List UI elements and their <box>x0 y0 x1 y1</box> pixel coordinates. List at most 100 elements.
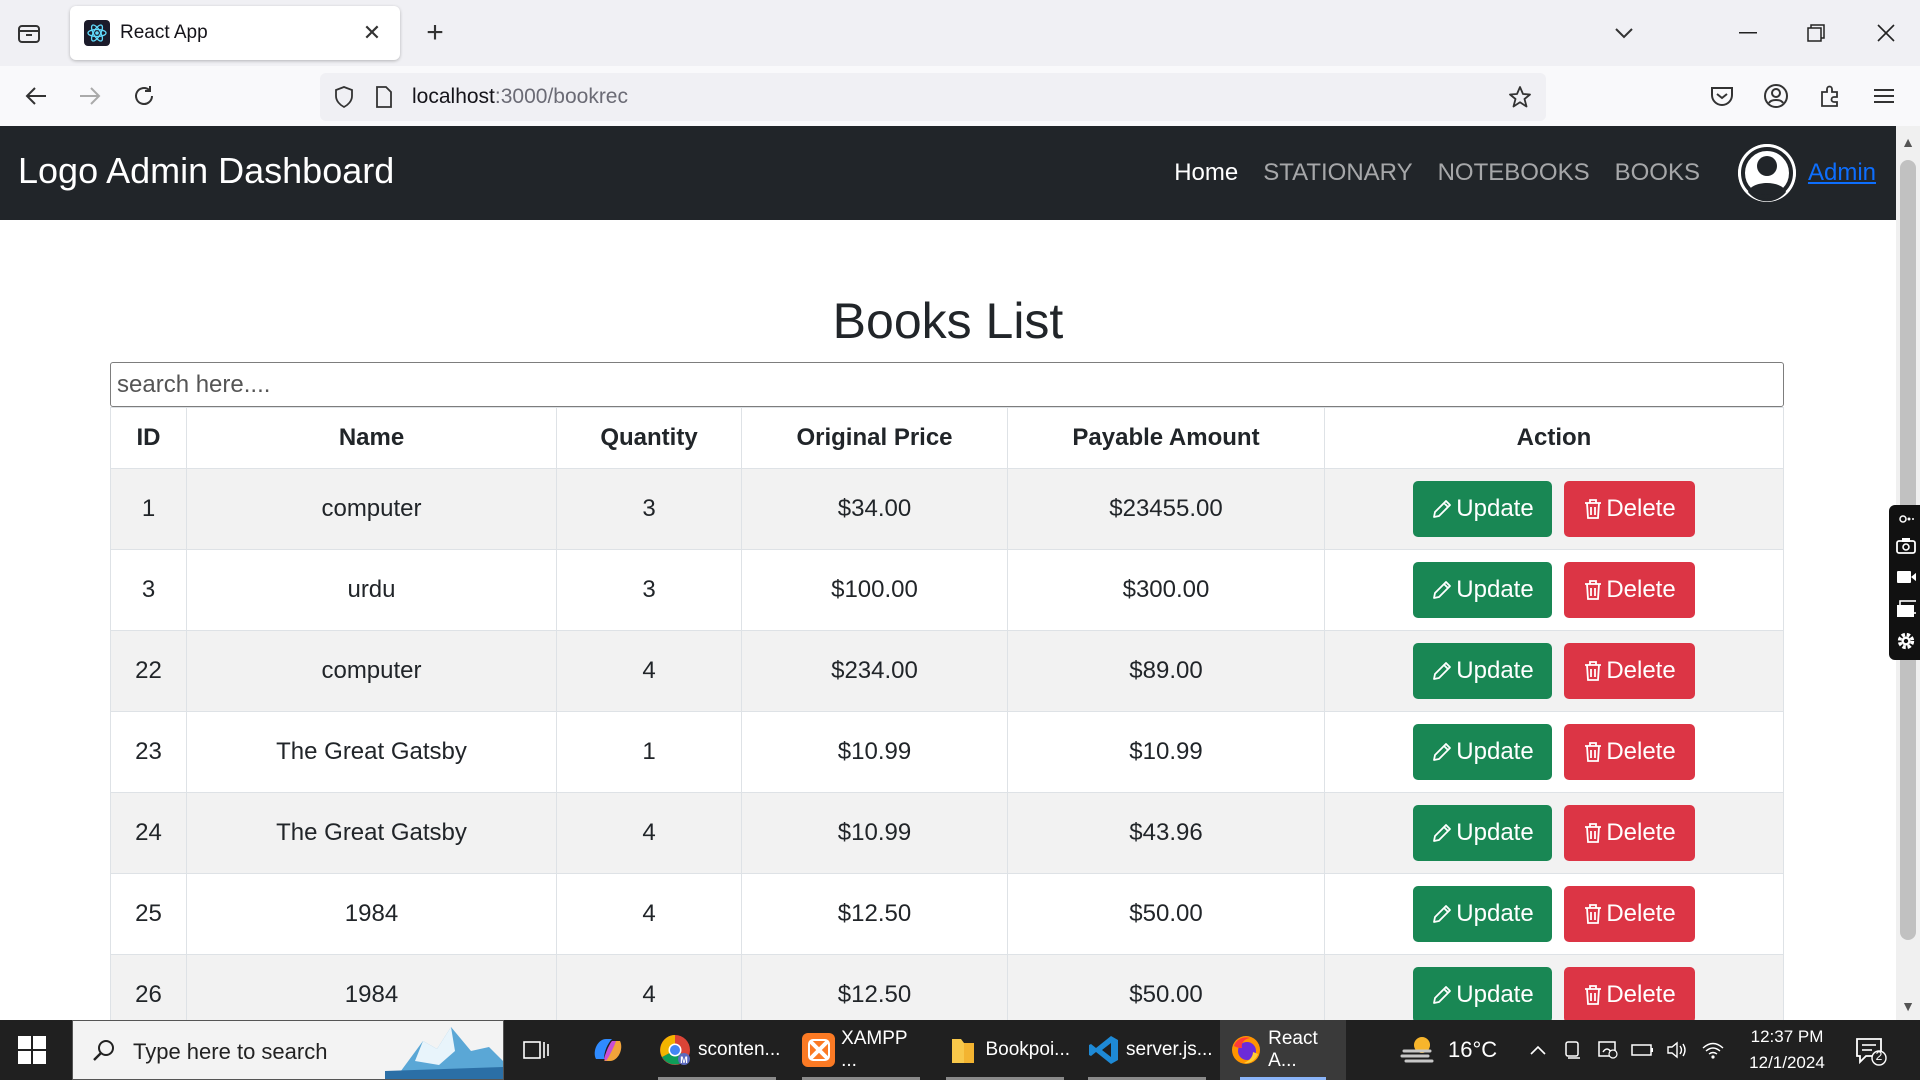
pocket-icon[interactable] <box>1706 80 1738 112</box>
delete-button[interactable]: Delete <box>1564 643 1695 699</box>
search-input[interactable] <box>110 362 1784 407</box>
cell-quantity: 1 <box>556 711 742 793</box>
taskbar-app-firefox[interactable]: React A... <box>1220 1020 1346 1080</box>
cell-name: The Great Gatsby <box>186 792 557 874</box>
vscode-icon <box>1088 1033 1120 1067</box>
delete-button[interactable]: Delete <box>1564 562 1695 618</box>
nav-link-home[interactable]: Home <box>1174 159 1238 187</box>
cell-original-price: $34.00 <box>741 468 1008 550</box>
back-arrow-icon[interactable] <box>16 78 56 114</box>
trash-icon <box>1585 742 1602 762</box>
address-bar[interactable]: localhost:3000/bookrec <box>320 73 1546 121</box>
tab-close-icon[interactable]: ✕ <box>358 19 386 47</box>
settings-gear-icon[interactable] <box>1896 631 1916 651</box>
list-all-tabs-icon[interactable] <box>1604 14 1644 52</box>
camera-icon[interactable] <box>1896 535 1916 555</box>
page-info-icon[interactable] <box>370 83 398 111</box>
nav-link-notebooks[interactable]: NOTEBOOKS <box>1438 159 1590 187</box>
table-row: 25 1984 4 $12.50 $50.00 Update Delete <box>110 873 1784 955</box>
pencil-icon <box>1433 824 1452 842</box>
notification-count-badge: 2 <box>1875 1049 1883 1063</box>
update-button[interactable]: Update <box>1413 481 1552 537</box>
column-header-payable-amount: Payable Amount <box>1007 407 1325 469</box>
forward-arrow-icon[interactable] <box>70 78 110 114</box>
tray-overflow-chevron-icon[interactable] <box>1524 1038 1552 1062</box>
cell-quantity: 4 <box>556 792 742 874</box>
cell-id: 24 <box>110 792 187 874</box>
browser-tab-strip: React App ✕ + <box>0 0 1920 66</box>
update-button[interactable]: Update <box>1413 886 1552 942</box>
trash-icon <box>1585 499 1602 519</box>
reload-icon[interactable] <box>124 78 164 114</box>
delete-button[interactable]: Delete <box>1564 886 1695 942</box>
delete-button[interactable]: Delete <box>1564 724 1695 780</box>
video-camera-icon[interactable] <box>1896 567 1916 587</box>
windows-taskbar: Type here to search M sconten... XAMPP .… <box>0 1020 1920 1080</box>
weather-widget[interactable]: 16°C <box>1400 1020 1497 1080</box>
volume-icon[interactable] <box>1664 1038 1692 1062</box>
brand-title[interactable]: Logo Admin Dashboard <box>18 150 394 192</box>
nav-link-books[interactable]: BOOKS <box>1615 159 1700 187</box>
tab-overview-icon[interactable] <box>14 20 44 46</box>
task-view-icon[interactable] <box>522 1020 560 1080</box>
new-tab-icon[interactable]: + <box>420 16 450 49</box>
nav-link-stationary[interactable]: STATIONARY <box>1263 159 1412 187</box>
weather-temperature: 16°C <box>1448 1037 1498 1062</box>
screens-icon[interactable] <box>1896 599 1916 619</box>
cell-actions: Update Delete <box>1324 549 1784 631</box>
cell-original-price: $12.50 <box>741 873 1008 955</box>
minimize-icon[interactable] <box>1728 14 1768 52</box>
delete-label: Delete <box>1606 576 1676 603</box>
copilot-icon[interactable] <box>590 1020 634 1080</box>
update-button[interactable]: Update <box>1413 805 1552 861</box>
scroll-up-arrow-icon[interactable]: ▲ <box>1896 130 1920 154</box>
pencil-icon <box>1433 581 1452 599</box>
tray-network-status-icon[interactable] <box>1594 1038 1622 1062</box>
battery-icon[interactable] <box>1629 1038 1657 1062</box>
xampp-icon <box>802 1033 836 1067</box>
taskbar-app-chrome[interactable]: M sconten... <box>652 1020 782 1080</box>
close-window-icon[interactable] <box>1866 14 1906 52</box>
update-button[interactable]: Update <box>1413 724 1552 780</box>
windows-start-icon[interactable] <box>18 1036 46 1064</box>
cell-id: 23 <box>110 711 187 793</box>
cell-name: 1984 <box>186 873 557 955</box>
notification-center-icon[interactable]: 2 <box>1854 1036 1888 1066</box>
tracking-protection-shield-icon[interactable] <box>330 83 358 111</box>
bookmark-star-icon[interactable] <box>1506 83 1534 111</box>
update-button[interactable]: Update <box>1413 967 1552 1023</box>
browser-tab[interactable]: React App ✕ <box>70 6 400 60</box>
wifi-icon[interactable] <box>1699 1038 1727 1062</box>
update-button[interactable]: Update <box>1413 643 1552 699</box>
cell-original-price: $10.99 <box>741 711 1008 793</box>
taskbar-app-explorer[interactable]: Bookpoi... <box>940 1020 1070 1080</box>
taskbar-app-xampp[interactable]: XAMPP ... <box>796 1020 926 1080</box>
cell-payable-amount: $43.96 <box>1007 792 1325 874</box>
delete-label: Delete <box>1606 495 1676 522</box>
user-avatar-icon[interactable] <box>1737 144 1796 202</box>
capture-link-icon[interactable] <box>1896 509 1916 529</box>
pencil-icon <box>1433 662 1452 680</box>
browser-toolbar: localhost:3000/bookrec <box>0 66 1920 126</box>
admin-link[interactable]: Admin <box>1808 159 1876 187</box>
cell-id: 1 <box>110 468 187 550</box>
extensions-icon[interactable] <box>1814 80 1846 112</box>
menu-hamburger-icon[interactable] <box>1868 80 1900 112</box>
restore-icon[interactable] <box>1796 14 1836 52</box>
search-icon <box>93 1040 114 1061</box>
account-icon[interactable] <box>1760 80 1792 112</box>
update-label: Update <box>1456 900 1534 927</box>
taskbar-clock[interactable]: 12:37 PM 12/1/2024 <box>1742 1024 1832 1076</box>
delete-label: Delete <box>1606 657 1676 684</box>
taskbar-app-vscode[interactable]: server.js... <box>1082 1020 1213 1080</box>
delete-button[interactable]: Delete <box>1564 805 1695 861</box>
delete-button[interactable]: Delete <box>1564 967 1695 1023</box>
delete-button[interactable]: Delete <box>1564 481 1695 537</box>
pencil-icon <box>1433 500 1452 518</box>
tray-meet-icon[interactable] <box>1559 1038 1587 1062</box>
update-button[interactable]: Update <box>1413 562 1552 618</box>
url-text[interactable]: localhost:3000/bookrec <box>412 85 628 109</box>
update-label: Update <box>1456 738 1534 765</box>
taskbar-search-box[interactable]: Type here to search <box>72 1020 504 1080</box>
scroll-down-arrow-icon[interactable]: ▼ <box>1896 994 1920 1018</box>
